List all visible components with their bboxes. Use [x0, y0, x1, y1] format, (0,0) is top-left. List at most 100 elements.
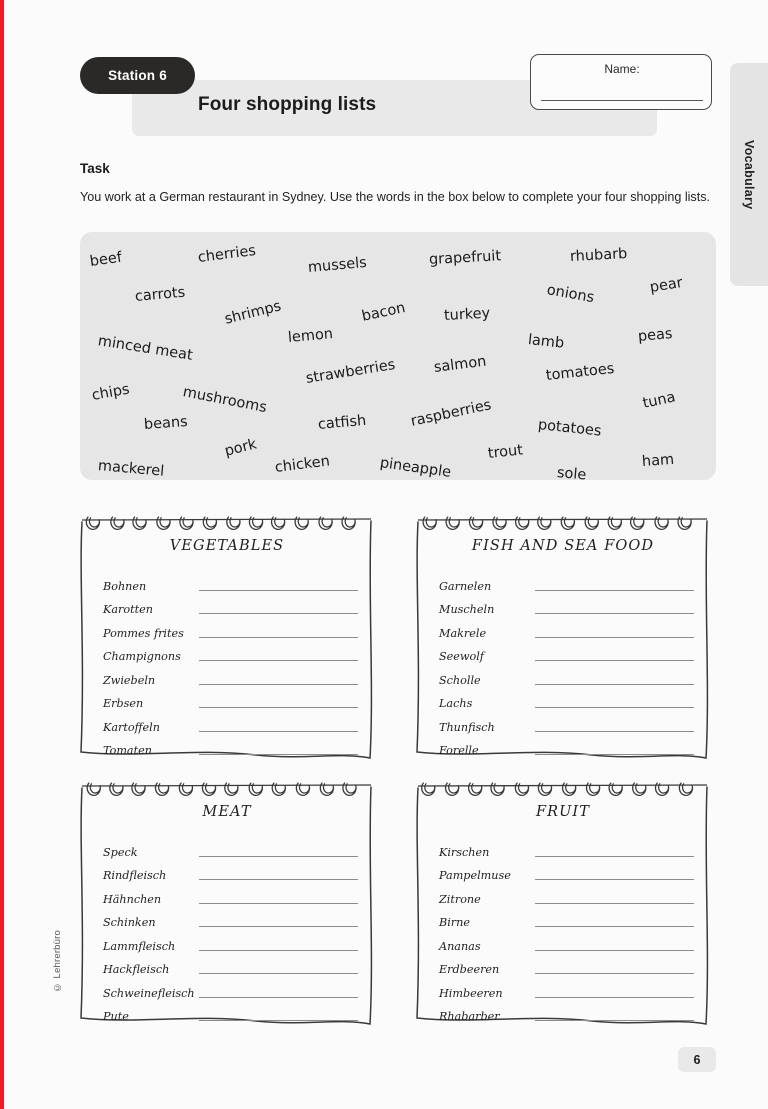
list-item: Bohnen: [103, 570, 358, 594]
section-tab-vocabulary[interactable]: Vocabulary: [730, 63, 768, 286]
answer-write-line[interactable]: [535, 1020, 694, 1021]
spiral-binding-loop: [154, 782, 170, 796]
answer-write-line[interactable]: [199, 707, 358, 708]
answer-write-line[interactable]: [199, 949, 358, 951]
answer-write-line[interactable]: [535, 973, 694, 974]
list-item: Thunfisch: [439, 711, 694, 735]
shopping-list-fish-and-sea-food: FISH AND SEA FOOD Garnelen Muscheln Makrele…: [412, 506, 714, 764]
answer-write-line[interactable]: [535, 707, 694, 708]
spiral-binding-loop: [421, 782, 436, 796]
word-bank-item: potatoes: [537, 417, 603, 440]
answer-write-line[interactable]: [199, 660, 358, 661]
copyright-notice: © Lehrerbüro: [52, 930, 63, 993]
spiral-binding-loop: [295, 782, 311, 796]
list-item: Schinken: [103, 907, 358, 931]
list-item: Pampelmuse: [439, 860, 694, 884]
word-bank-item: mussels: [307, 254, 368, 276]
list-item: Schweinefleisch: [103, 977, 358, 1001]
name-label: Name:: [604, 62, 640, 76]
answer-write-line[interactable]: [199, 754, 358, 755]
answer-write-line[interactable]: [535, 660, 694, 661]
spiral-binding-loop: [132, 516, 147, 530]
worksheet-sheet: Four shopping lists Station 6 Name: Voca…: [8, 0, 768, 1109]
word-bank-item: tuna: [641, 389, 677, 412]
answer-write-line[interactable]: [199, 855, 358, 857]
list-title: FRUIT: [535, 804, 591, 820]
list-item-label: Speck: [103, 845, 138, 859]
list-item-label: Muscheln: [439, 603, 495, 616]
word-bank-item: salmon: [433, 353, 488, 376]
answer-write-line[interactable]: [199, 589, 358, 591]
answer-write-line[interactable]: [535, 683, 694, 685]
spiral-binding-loop: [561, 782, 577, 796]
spiral-binding-loop: [537, 516, 552, 530]
answer-write-line[interactable]: [535, 589, 694, 591]
answer-write-line[interactable]: [199, 879, 358, 880]
word-bank-item: trout: [487, 442, 524, 462]
spiral-binding-loop: [490, 782, 505, 796]
list-item: Karotten: [103, 594, 358, 618]
answer-write-line[interactable]: [535, 730, 694, 732]
answer-write-line[interactable]: [535, 879, 694, 880]
answer-write-line[interactable]: [199, 926, 358, 927]
spiral-binding-loop: [654, 516, 669, 530]
task-heading: Task: [80, 161, 110, 176]
answer-write-line[interactable]: [199, 996, 358, 998]
list-item-label: Rhabarber: [439, 1010, 500, 1023]
word-bank-item: minced meat: [96, 333, 194, 364]
name-write-line[interactable]: [541, 100, 703, 101]
spiral-binding-loop: [608, 782, 623, 796]
list-item: Pommes frites: [103, 617, 358, 641]
list-item: Kartoffeln: [103, 711, 358, 735]
shopping-list-meat: MEAT Speck Rindfleisch Hähnchen Schinken Lamm…: [76, 772, 378, 1030]
answer-write-line[interactable]: [199, 1020, 358, 1021]
answer-write-line[interactable]: [199, 683, 358, 685]
word-bank-item: cherries: [197, 242, 257, 266]
list-item-label: Himbeeren: [439, 986, 503, 1000]
list-item-label: Schinken: [103, 916, 156, 929]
spiral-binding-loop: [156, 516, 171, 530]
answer-write-line[interactable]: [199, 613, 358, 614]
word-bank-item: pork: [223, 436, 259, 460]
spiral-binding-loop: [584, 516, 599, 530]
list-item-label: Lammfleisch: [103, 939, 176, 953]
answer-write-line[interactable]: [199, 973, 358, 974]
word-bank-item: chips: [90, 381, 131, 404]
answer-write-line[interactable]: [199, 730, 358, 732]
word-bank-item: mackerel: [97, 458, 165, 480]
list-item: Rindfleisch: [103, 860, 358, 884]
answer-write-line[interactable]: [535, 855, 694, 857]
list-item-label: Erdbeeren: [439, 963, 500, 976]
word-bank-item: pear: [648, 274, 684, 296]
spiral-binding-loop: [678, 782, 694, 796]
answer-write-line[interactable]: [199, 636, 358, 638]
spiral-binding-loop: [630, 516, 645, 530]
list-item-label: Scholle: [439, 673, 481, 687]
list-item-label: Pampelmuse: [439, 869, 511, 882]
spiral-binding-loop: [202, 516, 218, 530]
answer-write-line[interactable]: [535, 902, 694, 904]
list-rows: Bohnen Karotten Pommes frites Champignons Zw…: [103, 570, 358, 758]
spiral-binding-loop: [468, 782, 483, 796]
spiral-binding-loop: [110, 516, 125, 530]
shopping-list-vegetables: VEGETABLES Bohnen Karotten Pommes frites Cha…: [76, 506, 378, 764]
spiral-binding-loop: [319, 782, 335, 796]
word-bank-item: tomatoes: [545, 360, 616, 384]
list-item: Rhabarber: [439, 1001, 694, 1025]
answer-write-line[interactable]: [535, 636, 694, 638]
answer-write-line[interactable]: [535, 754, 694, 755]
answer-write-line[interactable]: [535, 996, 694, 998]
list-item: Champignons: [103, 641, 358, 665]
spiral-binding-loop: [248, 516, 264, 530]
word-bank-item: strawberries: [304, 356, 397, 387]
answer-write-line[interactable]: [535, 613, 694, 614]
word-bank-item: lemon: [287, 326, 334, 346]
list-item-label: Schweinefleisch: [103, 986, 195, 1000]
list-item: Zitrone: [439, 883, 694, 907]
answer-write-line[interactable]: [535, 949, 694, 951]
spiral-binding-loop: [560, 516, 576, 530]
list-item-label: Champignons: [103, 650, 181, 663]
name-field-box[interactable]: Name:: [530, 54, 712, 110]
answer-write-line[interactable]: [535, 926, 694, 927]
answer-write-line[interactable]: [199, 902, 358, 904]
